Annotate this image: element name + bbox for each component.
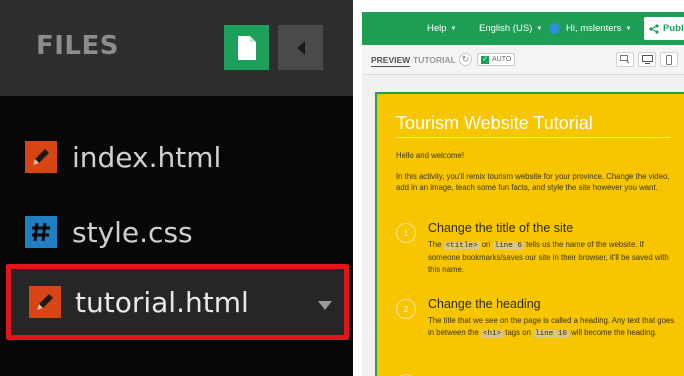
share-icon (649, 23, 659, 34)
file-menu-chevron-down-icon[interactable] (318, 297, 332, 315)
step-title: Change the heading (428, 297, 541, 311)
tutorial-description: In this activity, you'll remix tourism w… (396, 172, 670, 192)
triangle-left-icon (296, 40, 305, 55)
publish-button[interactable]: Publis (644, 17, 684, 40)
publish-label: Publis (663, 23, 684, 34)
new-file-button[interactable] (224, 25, 269, 70)
step-text: The title that we see on the page is cal… (428, 315, 678, 340)
files-title: FILES (36, 31, 119, 61)
inspect-icon[interactable] (616, 52, 634, 67)
top-navigation-bar: Help ▼ English (US) ▼ Hi, mslenters ▼ Pu… (362, 12, 684, 45)
step-title: Change the title of the site (428, 221, 574, 235)
pencil-icon (29, 286, 61, 318)
preview-tools (616, 52, 678, 67)
tutorial-page: Tourism Website Tutorial Hello and welco… (375, 92, 684, 376)
step-text-part: The (428, 240, 442, 249)
avatar (549, 23, 560, 34)
hash-icon (25, 216, 57, 248)
preview-area: Tourism Website Tutorial Hello and welco… (362, 75, 684, 376)
help-menu[interactable]: Help ▼ (427, 12, 457, 45)
tutorial-title: Tourism Website Tutorial (396, 113, 593, 133)
code-snippet: <h1> (480, 330, 504, 338)
file-name: tutorial.html (75, 285, 249, 319)
language-label: English (US) (479, 23, 533, 34)
tab-preview[interactable]: PREVIEW (371, 55, 411, 67)
step-text-part: tags on (505, 328, 531, 337)
user-label: Hi, mslenters (566, 23, 622, 34)
user-menu[interactable]: Hi, mslenters ▼ (549, 12, 631, 45)
code-snippet: line 10 (533, 330, 569, 338)
step-text-part: on (481, 240, 491, 249)
mobile-view-icon[interactable] (660, 52, 678, 67)
auto-label: AUTO (492, 56, 512, 63)
file-item-tutorial-html[interactable]: tutorial.html (6, 264, 349, 340)
tutorial-intro: Hello and welcome! (396, 151, 465, 160)
refresh-icon[interactable]: ↻ (459, 53, 472, 66)
preview-toolbar: PREVIEW TUTORIAL ↻ ✓ AUTO (362, 45, 684, 75)
collapse-panel-button[interactable] (278, 25, 323, 70)
step-text: The <title> on line 6 tells us the name … (428, 239, 678, 276)
language-menu[interactable]: English (US) ▼ (479, 12, 542, 45)
checkbox-checked-icon: ✓ (481, 55, 489, 64)
file-item-style-css[interactable]: style.css (0, 197, 353, 267)
title-divider (396, 137, 670, 138)
step-number: 1 (396, 223, 416, 243)
step-number: 2 (396, 299, 416, 319)
code-snippet: <title> (443, 242, 480, 250)
auto-refresh-toggle[interactable]: ✓ AUTO (477, 53, 516, 66)
file-name: style.css (72, 215, 193, 249)
file-item-index-html[interactable]: index.html (0, 122, 353, 192)
help-label: Help (427, 23, 447, 34)
document-icon (237, 35, 256, 60)
files-header: FILES (0, 0, 353, 96)
caret-down-icon: ▼ (536, 25, 543, 32)
files-panel: FILES index.html style.css tutorial.html (0, 0, 353, 376)
pencil-icon (25, 141, 57, 173)
tab-tutorial[interactable]: TUTORIAL (413, 55, 456, 65)
preview-pane: Help ▼ English (US) ▼ Hi, mslenters ▼ Pu… (362, 0, 684, 376)
code-snippet: line 6 (492, 242, 524, 250)
step-text-part: will become the heading. (571, 328, 657, 337)
file-name: index.html (72, 140, 222, 174)
caret-down-icon: ▼ (450, 25, 457, 32)
desktop-view-icon[interactable] (638, 52, 656, 67)
caret-down-icon: ▼ (625, 25, 632, 32)
